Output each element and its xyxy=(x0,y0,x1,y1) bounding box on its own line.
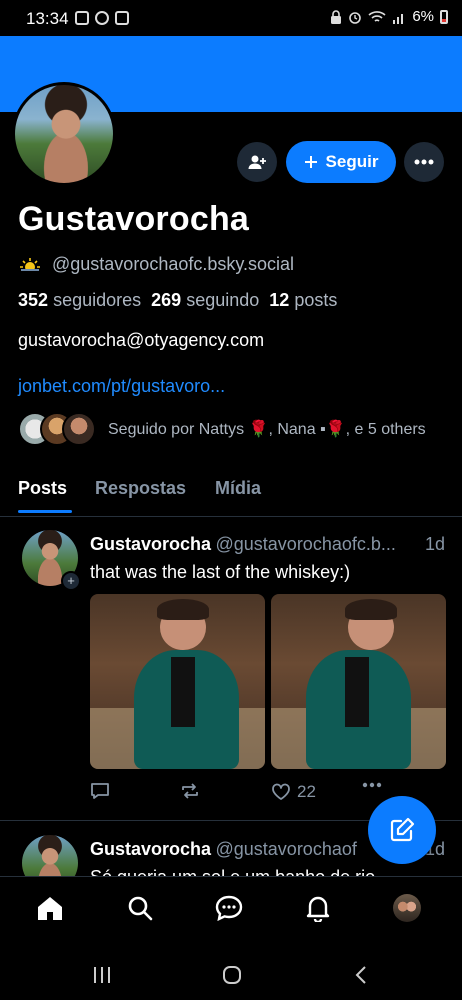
post-text: that was the last of the whiskey:) xyxy=(90,562,351,582)
post-author-handle: @gustavorochaof xyxy=(215,839,357,859)
posts-stat: 12 posts xyxy=(269,290,337,310)
alarm-icon xyxy=(349,11,362,24)
profile-handle-row: @gustavorochaofc.bsky.social xyxy=(18,254,294,275)
profile-stats: 352 seguidores 269 seguindo 12 posts xyxy=(18,290,337,311)
post-author-handle: @gustavorochaofc.b... xyxy=(215,534,396,554)
tab-media[interactable]: Mídia xyxy=(215,478,261,499)
ellipsis-icon xyxy=(362,782,382,788)
post-author-name[interactable]: Gustavorocha xyxy=(90,839,211,859)
post-image-2[interactable] xyxy=(271,594,446,769)
following-stat[interactable]: 269 seguindo xyxy=(151,290,259,310)
nav-profile-avatar xyxy=(393,894,421,922)
profile-bio-email: gustavorocha@otyagency.com xyxy=(18,330,265,350)
tab-replies[interactable]: Respostas xyxy=(95,478,186,499)
followed-by-row[interactable]: Seguido por Nattys 🌹, Nana ▪🌹, e 5 other… xyxy=(18,412,426,446)
profile-bio-link[interactable]: jonbet.com/pt/gustavoro... xyxy=(18,376,225,397)
home-icon xyxy=(38,897,62,920)
lock-icon xyxy=(331,9,342,24)
status-system-icons: 6% xyxy=(330,8,448,25)
like-count: 22 xyxy=(297,782,316,801)
nav-notifications[interactable] xyxy=(303,893,333,923)
search-icon xyxy=(128,896,153,921)
post-item[interactable]: + Gustavorocha @gustavorochaofc.b... 1d … xyxy=(0,516,462,820)
follow-button[interactable]: Seguir xyxy=(286,141,396,183)
nav-profile[interactable] xyxy=(392,893,422,923)
followed-by-text: Seguido por Nattys 🌹, Nana ▪🌹, e 5 other… xyxy=(108,421,426,438)
gallery-icon xyxy=(75,11,89,25)
posts-count: 12 xyxy=(269,290,290,310)
battery-percent: 6% xyxy=(412,8,434,25)
repost-button[interactable] xyxy=(180,782,200,800)
back-system-button[interactable] xyxy=(354,965,368,990)
followers-stat[interactable]: 352 seguidores xyxy=(18,290,141,310)
system-navigation-bar xyxy=(0,940,462,1000)
battery-icon xyxy=(440,9,448,24)
posts-label: posts xyxy=(294,290,338,310)
post-timestamp: 1d xyxy=(425,534,446,554)
followers-count: 352 xyxy=(18,290,49,310)
plus-icon xyxy=(304,156,317,168)
dnd-icon xyxy=(95,11,109,25)
recent-apps-button[interactable] xyxy=(92,966,112,989)
post-more-button[interactable] xyxy=(362,782,382,788)
status-time: 13:34 xyxy=(26,9,69,28)
bell-icon xyxy=(306,896,330,922)
wifi-icon xyxy=(368,10,386,22)
status-notification-icons xyxy=(75,11,129,25)
follow-badge-icon[interactable]: + xyxy=(61,571,81,591)
like-button[interactable]: 22 xyxy=(271,782,316,802)
reply-button[interactable] xyxy=(90,782,110,800)
tab-posts[interactable]: Posts xyxy=(18,478,67,499)
reply-icon xyxy=(91,783,109,799)
nav-home[interactable] xyxy=(35,893,65,923)
post-image-1[interactable] xyxy=(90,594,265,769)
active-tab-indicator xyxy=(18,510,72,513)
profile-handle: @gustavorochaofc.bsky.social xyxy=(52,254,295,274)
back-chevron-icon xyxy=(355,966,366,984)
person-plus-icon xyxy=(248,155,266,169)
status-bar: 13:34 6% xyxy=(0,0,462,36)
follower-avatar-3 xyxy=(62,412,96,446)
more-options-button[interactable] xyxy=(404,142,444,182)
follow-button-label: Seguir xyxy=(325,152,379,171)
post-author-name[interactable]: Gustavorocha xyxy=(90,534,211,554)
post-text: Só queria um sol e um banho de rio xyxy=(90,867,375,876)
signal-icon xyxy=(393,13,404,24)
profile-avatar[interactable] xyxy=(12,82,116,186)
post-header: Gustavorocha @gustavorochaofc.b... xyxy=(90,534,450,555)
nav-search[interactable] xyxy=(125,893,155,923)
nav-chat[interactable] xyxy=(214,893,244,923)
profile-display-name: Gustavorocha xyxy=(18,200,250,238)
following-count: 269 xyxy=(151,290,182,310)
heart-icon xyxy=(272,783,290,800)
following-label: seguindo xyxy=(186,290,260,310)
pencil-square-icon xyxy=(390,817,415,842)
compose-button[interactable] xyxy=(368,796,436,864)
app-notification-icon xyxy=(115,11,129,25)
home-system-button[interactable] xyxy=(222,965,242,990)
avatar-image xyxy=(15,85,113,183)
sun-cloud-icon xyxy=(20,257,40,273)
bottom-navigation xyxy=(0,876,462,941)
home-circle-icon xyxy=(223,966,241,984)
chat-bubble-icon xyxy=(215,895,243,921)
add-user-button[interactable] xyxy=(237,142,277,182)
followers-label: seguidores xyxy=(53,290,142,310)
repost-icon xyxy=(182,783,198,799)
ellipsis-icon xyxy=(414,159,434,165)
post-author-avatar[interactable] xyxy=(22,835,78,876)
recent-apps-icon xyxy=(94,967,110,983)
